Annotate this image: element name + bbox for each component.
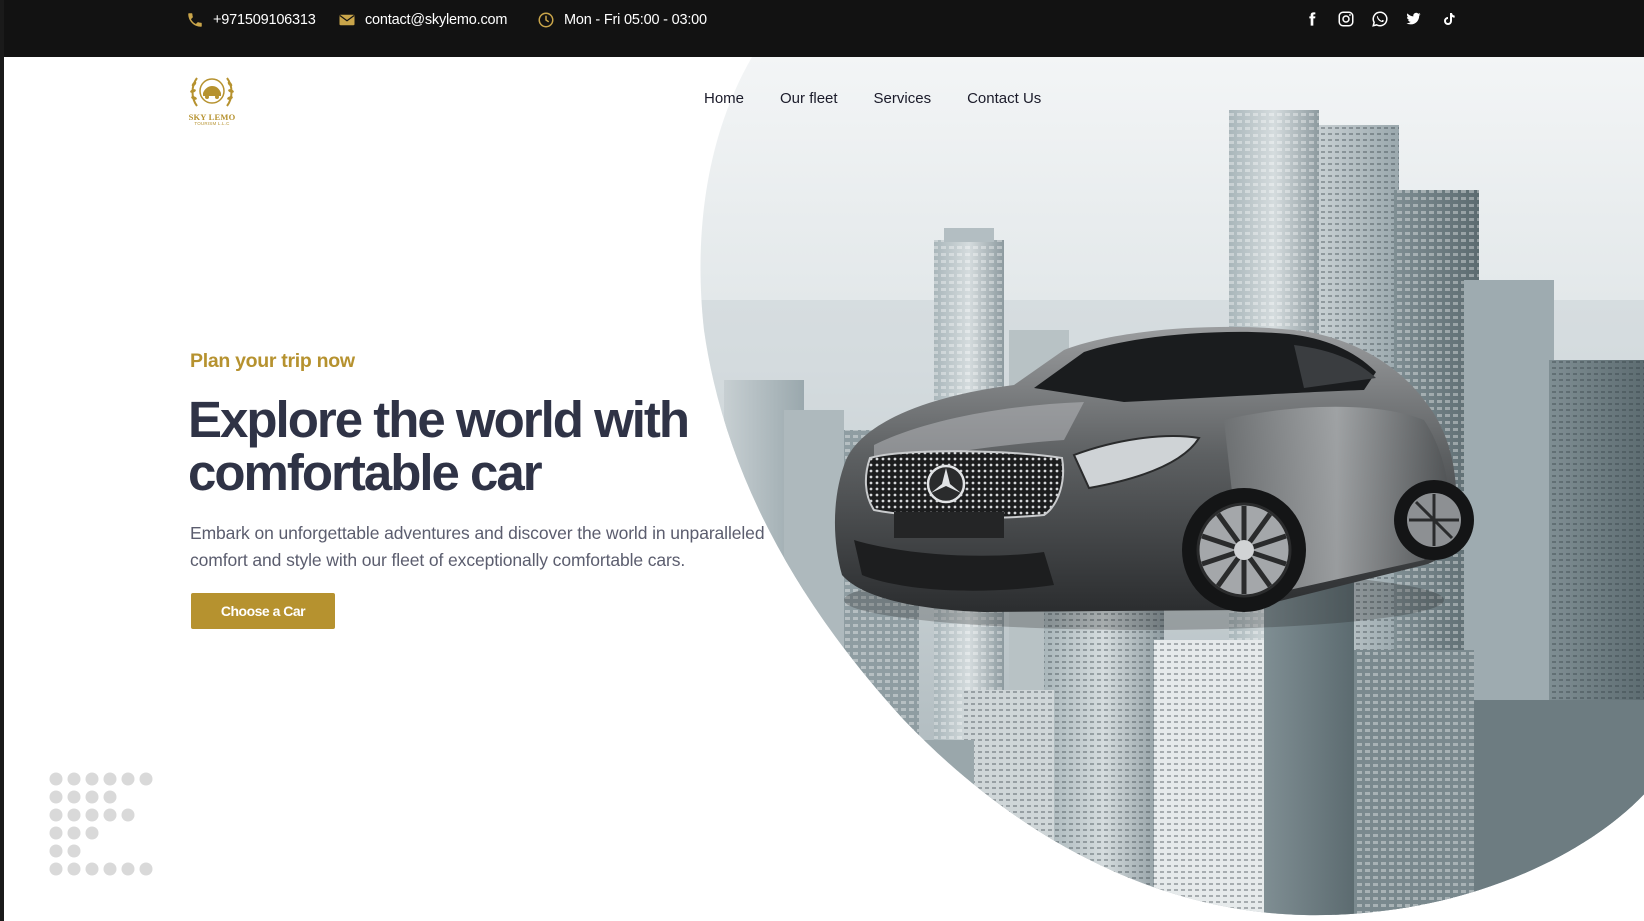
twitter-icon[interactable]: [1404, 9, 1423, 28]
decorative-dot: [49, 862, 63, 876]
clock-icon: [537, 11, 555, 29]
decorative-dot: [49, 808, 63, 822]
phone-number: +971509106313: [213, 12, 316, 28]
social-links: [1302, 9, 1457, 28]
decorative-dot: [67, 862, 81, 876]
laurel-emblem: [190, 77, 234, 107]
opening-hours: Mon - Fri 05:00 - 03:00: [537, 0, 707, 40]
hero-description: Embark on unforgettable adventures and d…: [190, 523, 765, 570]
decorative-dot: [121, 862, 135, 876]
decorative-dot: [85, 790, 99, 804]
decorative-dot: [85, 772, 99, 786]
decorative-dot: [49, 826, 63, 840]
decorative-dot: [139, 862, 153, 876]
nav-services[interactable]: Services: [874, 90, 932, 107]
decorative-dot: [67, 844, 81, 858]
email-address: contact@skylemo.com: [365, 12, 508, 28]
logo-brand: SKY LEMO: [188, 112, 236, 122]
choose-car-button[interactable]: Choose a Car: [191, 593, 335, 629]
hero-subtitle: Plan your trip now: [190, 350, 355, 372]
decorative-dot: [85, 808, 99, 822]
instagram-icon[interactable]: [1336, 9, 1355, 28]
site-logo[interactable]: SKY LEMO TOURISM L.L.C: [185, 70, 239, 132]
top-bar: +971509106313 contact@skylemo.com Mon - …: [4, 0, 1644, 57]
decorative-dot: [67, 772, 81, 786]
decorative-dot: [49, 790, 63, 804]
hero-title: Explore the world with comfortable car: [188, 391, 690, 501]
car-illustration: [834, 326, 1474, 630]
decorative-dot: [103, 790, 117, 804]
whatsapp-icon[interactable]: [1370, 9, 1389, 28]
decorative-dot: [139, 772, 153, 786]
tiktok-icon[interactable]: [1438, 9, 1457, 28]
hours-text: Mon - Fri 05:00 - 03:00: [564, 12, 707, 28]
decorative-dot: [85, 826, 99, 840]
decorative-dot: [85, 862, 99, 876]
decorative-dot: [103, 772, 117, 786]
email-contact[interactable]: contact@skylemo.com: [338, 0, 507, 40]
decorative-dot: [67, 790, 81, 804]
decorative-dot: [49, 844, 63, 858]
decorative-dot: [103, 862, 117, 876]
nav-home[interactable]: Home: [704, 90, 744, 107]
decorative-dot: [121, 808, 135, 822]
decorative-dot: [49, 772, 63, 786]
decorative-dot: [103, 808, 117, 822]
page: +971509106313 contact@skylemo.com Mon - …: [0, 0, 1644, 921]
decorative-dots: [49, 772, 153, 876]
logo-tagline: TOURISM L.L.C: [194, 121, 230, 126]
envelope-icon: [338, 11, 356, 29]
decorative-dot: [121, 772, 135, 786]
nav-contact-us[interactable]: Contact Us: [967, 90, 1041, 107]
phone-contact[interactable]: +971509106313: [186, 0, 316, 40]
decorative-dot: [67, 808, 81, 822]
decorative-dot: [67, 826, 81, 840]
main-nav: Home Our fleet Services Contact Us: [704, 90, 1041, 107]
facebook-icon[interactable]: [1302, 9, 1321, 28]
nav-our-fleet[interactable]: Our fleet: [780, 90, 838, 107]
phone-icon: [186, 11, 204, 29]
